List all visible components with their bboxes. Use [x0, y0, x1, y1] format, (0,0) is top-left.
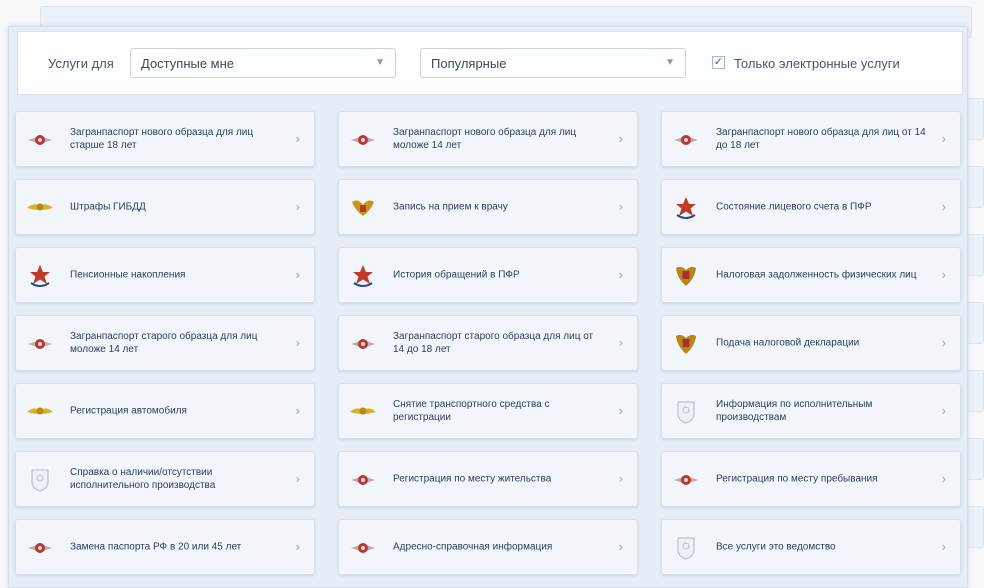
- service-tile-label: Подача налоговой декларации: [716, 337, 860, 349]
- chevron-right-icon: ›: [295, 471, 300, 486]
- chevron-right-icon: ›: [295, 199, 300, 214]
- chevron-down-icon: ▼: [665, 57, 675, 68]
- service-tile-label: Запись на прием к врачу: [393, 201, 508, 213]
- service-tile[interactable]: Регистрация по месту пребывания ›: [661, 451, 961, 507]
- fms-emblem-icon: [349, 330, 377, 358]
- service-tile[interactable]: Регистрация по месту жительства ›: [338, 451, 638, 507]
- service-tile-label: Регистрация по месту жительства: [393, 473, 552, 485]
- service-tile-label: Снятие транспортного средства с регистра…: [393, 399, 550, 423]
- fns-emblem-icon: [672, 262, 700, 290]
- service-tile[interactable]: Загранпаспорт нового образца для лиц от …: [661, 111, 961, 167]
- sort-select[interactable]: Популярные ▼: [420, 48, 686, 78]
- chevron-right-icon: ›: [295, 131, 300, 146]
- filter-bar: Услуги для Доступные мне ▼ Популярные ▼ …: [17, 31, 963, 95]
- service-tile-label: Пенсионные накопления: [70, 269, 186, 281]
- service-tile-label: Регистрация автомобиля: [70, 405, 187, 417]
- service-tile[interactable]: История обращений в ПФР ›: [338, 247, 638, 303]
- service-tile[interactable]: Снятие транспортного средства с регистра…: [338, 383, 638, 439]
- service-tile[interactable]: Пенсионные накопления ›: [15, 247, 315, 303]
- mvd-emblem-icon: [26, 398, 54, 426]
- service-tile[interactable]: Штрафы ГИБДД ›: [15, 179, 315, 235]
- fms-emblem-icon: [26, 330, 54, 358]
- service-tile-label: Все услуги это ведомство: [716, 541, 836, 553]
- service-tile-label: Загранпаспорт старого образца для лиц от…: [393, 331, 594, 355]
- service-tile[interactable]: Адресно-справочная информация ›: [338, 519, 638, 575]
- service-tile[interactable]: Справка о наличии/отсутствии исполнитель…: [15, 451, 315, 507]
- service-tile[interactable]: Замена паспорта РФ в 20 или 45 лет ›: [15, 519, 315, 575]
- service-tile-label: Загранпаспорт нового образца для лиц ста…: [70, 127, 254, 151]
- chevron-right-icon: ›: [941, 267, 946, 282]
- service-tile-label: Замена паспорта РФ в 20 или 45 лет: [70, 541, 242, 553]
- fssp-emblem-icon: [26, 466, 54, 494]
- service-tile-label: Загранпаспорт нового образца для лиц от …: [716, 127, 926, 151]
- fms-emblem-icon: [26, 126, 54, 154]
- fms-emblem-icon: [672, 126, 700, 154]
- filter-label: Услуги для: [48, 56, 114, 71]
- chevron-right-icon: ›: [618, 335, 623, 350]
- mvd-emblem-icon: [26, 194, 54, 222]
- service-tile[interactable]: Загранпаспорт нового образца для лиц ста…: [15, 111, 315, 167]
- service-tile-label: Регистрация по месту пребывания: [716, 473, 878, 485]
- chevron-right-icon: ›: [941, 471, 946, 486]
- service-tile[interactable]: Загранпаспорт нового образца для лиц мол…: [338, 111, 638, 167]
- chevron-right-icon: ›: [941, 335, 946, 350]
- service-tile-label: История обращений в ПФР: [393, 269, 520, 281]
- fssp-emblem-icon: [672, 398, 700, 426]
- service-tile-label: Информация по исполнительным производств…: [716, 399, 873, 423]
- service-tile[interactable]: Информация по исполнительным производств…: [661, 383, 961, 439]
- eagle-emblem-icon: [349, 194, 377, 222]
- chevron-right-icon: ›: [941, 131, 946, 146]
- service-tile[interactable]: Подача налоговой декларации ›: [661, 315, 961, 371]
- fms-emblem-icon: [672, 466, 700, 494]
- audience-select-value: Доступные мне: [141, 56, 235, 71]
- services-grid: Загранпаспорт нового образца для лиц ста…: [15, 111, 961, 575]
- service-tile-label: Налоговая задолженность физических лиц: [716, 269, 917, 281]
- electronic-only-checkbox[interactable]: ✓: [712, 56, 725, 69]
- service-tile[interactable]: Состояние лицевого счета в ПФР ›: [661, 179, 961, 235]
- chevron-right-icon: ›: [618, 131, 623, 146]
- service-tile[interactable]: Запись на прием к врачу ›: [338, 179, 638, 235]
- service-tile-label: Загранпаспорт нового образца для лиц мол…: [393, 127, 577, 151]
- chevron-right-icon: ›: [295, 335, 300, 350]
- service-tile-label: Состояние лицевого счета в ПФР: [716, 201, 872, 213]
- chevron-down-icon: ▼: [375, 57, 385, 68]
- pfr-emblem-icon: [672, 194, 700, 222]
- service-tile-label: Справка о наличии/отсутствии исполнитель…: [70, 467, 216, 491]
- chevron-right-icon: ›: [618, 539, 623, 554]
- fssp-emblem-icon: [672, 534, 700, 562]
- mvd-emblem-icon: [349, 398, 377, 426]
- sort-select-value: Популярные: [431, 56, 507, 71]
- chevron-right-icon: ›: [941, 199, 946, 214]
- chevron-right-icon: ›: [295, 403, 300, 418]
- fms-emblem-icon: [349, 466, 377, 494]
- audience-select[interactable]: Доступные мне ▼: [130, 48, 396, 78]
- pfr-emblem-icon: [26, 262, 54, 290]
- service-tile[interactable]: Все услуги это ведомство ›: [661, 519, 961, 575]
- electronic-only-label[interactable]: Только электронные услуги: [734, 56, 900, 71]
- service-tile[interactable]: Загранпаспорт старого образца для лиц от…: [338, 315, 638, 371]
- chevron-right-icon: ›: [941, 539, 946, 554]
- fms-emblem-icon: [349, 126, 377, 154]
- service-tile-label: Штрафы ГИБДД: [70, 201, 146, 213]
- service-tile[interactable]: Загранпаспорт старого образца для лиц мо…: [15, 315, 315, 371]
- chevron-right-icon: ›: [618, 199, 623, 214]
- chevron-right-icon: ›: [941, 403, 946, 418]
- pfr-emblem-icon: [349, 262, 377, 290]
- fms-emblem-icon: [349, 534, 377, 562]
- chevron-right-icon: ›: [295, 267, 300, 282]
- services-panel: Услуги для Доступные мне ▼ Популярные ▼ …: [8, 26, 968, 588]
- chevron-right-icon: ›: [295, 539, 300, 554]
- chevron-right-icon: ›: [618, 471, 623, 486]
- chevron-right-icon: ›: [618, 267, 623, 282]
- service-tile-label: Адресно-справочная информация: [393, 541, 553, 553]
- fns-emblem-icon: [672, 330, 700, 358]
- service-tile[interactable]: Налоговая задолженность физических лиц ›: [661, 247, 961, 303]
- service-tile-label: Загранпаспорт старого образца для лиц мо…: [70, 331, 258, 355]
- chevron-right-icon: ›: [618, 403, 623, 418]
- service-tile[interactable]: Регистрация автомобиля ›: [15, 383, 315, 439]
- fms-emblem-icon: [26, 534, 54, 562]
